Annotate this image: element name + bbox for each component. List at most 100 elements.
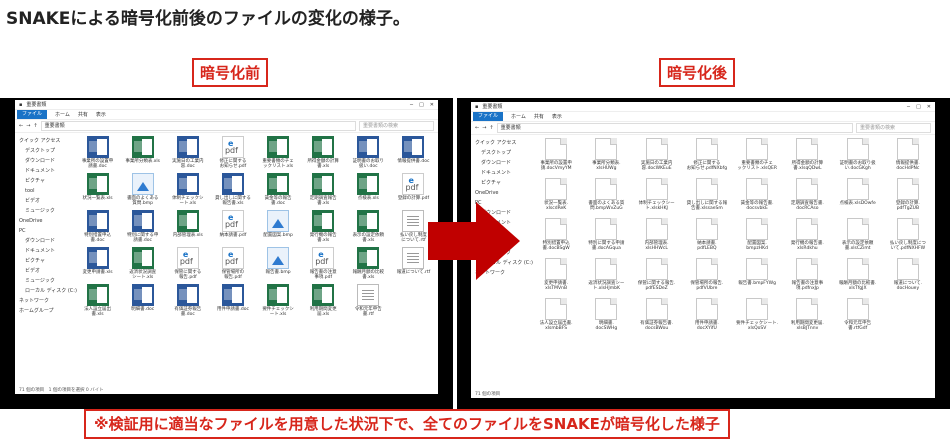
file-item[interactable]: 配置図案. bmpzHKd xyxy=(732,218,782,258)
file-item[interactable]: e pdf 修正に関する お知らせ.pdf xyxy=(210,136,255,173)
file-item[interactable]: 事業所の設置申 請.docVmyYM xyxy=(531,138,581,178)
file-item[interactable]: 賃金等の報告書. docsvbkE xyxy=(732,178,782,218)
minimize-icon[interactable]: ─ xyxy=(907,104,910,110)
up-icon[interactable]: ↑ xyxy=(489,125,493,131)
file-item[interactable]: 特別措置申込 書.docBSgW xyxy=(531,218,581,258)
nav-item[interactable]: ダウンロード xyxy=(471,158,529,168)
search-input[interactable]: 重要書類の検索 xyxy=(359,121,434,131)
file-item[interactable]: 要件チェックシ ート.xls xyxy=(256,284,301,321)
file-item[interactable]: 報告書の注意事 項.pdfnxJp xyxy=(782,258,832,298)
maximize-icon[interactable]: □ xyxy=(419,102,424,108)
file-item[interactable]: 配置図案.bmp xyxy=(256,210,301,247)
file-item[interactable]: e pdf 保管に関する 報告.pdf xyxy=(165,247,210,284)
file-item[interactable]: 報道について. docHouey xyxy=(883,258,933,298)
minimize-icon[interactable]: ─ xyxy=(410,102,413,108)
nav-item[interactable]: ピクチャ xyxy=(471,178,529,188)
file-item[interactable]: 用件申請書.doc xyxy=(210,284,255,321)
file-item[interactable]: 納本請書. pdfLEBQ xyxy=(682,218,732,258)
file-item[interactable]: 書面のよくある 質問.bmp xyxy=(120,173,165,210)
file-item[interactable]: 明細書. docSWHg xyxy=(581,298,631,338)
nav-item[interactable]: ホームグループ xyxy=(15,306,73,316)
file-item[interactable]: 体制チェックシ ート.xls xyxy=(165,173,210,210)
file-item[interactable]: 有価証券報告書. docsBWou xyxy=(632,298,682,338)
nav-item[interactable]: デスクトップ xyxy=(15,146,73,156)
ribbon-tab-file[interactable]: ファイル xyxy=(17,110,48,119)
file-item[interactable]: 発行機の報告書. xlsRdkhu xyxy=(782,218,832,258)
file-item[interactable]: 重要書類のチェ ックリスト.xlsQER xyxy=(732,138,782,178)
file-item[interactable]: 内部管理表.xls xyxy=(165,210,210,247)
file-item[interactable]: 点検表.xlsDOwfe xyxy=(833,178,883,218)
file-item[interactable]: e pdf 納本請書.pdf xyxy=(210,210,255,247)
file-item[interactable]: 体制チェックシー ト.xlskHKJ xyxy=(632,178,682,218)
file-item[interactable]: 返済状況調査 シート.xls xyxy=(120,247,165,284)
file-item[interactable]: 実施日の工業内 容.docWKEuE xyxy=(632,138,682,178)
back-icon[interactable]: ← xyxy=(19,123,23,129)
file-item[interactable]: 定期調査報告書. docRCAso xyxy=(782,178,832,218)
nav-item[interactable]: ローカル ディスク (C:) xyxy=(15,286,77,296)
nav-item[interactable]: ピクチャ xyxy=(15,256,73,266)
file-item[interactable]: 利用期間変更届. xlsBJTnnv xyxy=(782,298,832,338)
file-item[interactable]: 所得金額の計算 書.xls xyxy=(301,136,346,173)
file-item[interactable]: 所得金額の計算 書.xlsqQDwL xyxy=(782,138,832,178)
search-input[interactable]: 重要書類の検索 xyxy=(856,123,931,133)
nav-item[interactable]: ネットワーク xyxy=(15,296,73,306)
file-item[interactable]: 法人設立届出 書.xls xyxy=(75,284,120,321)
file-item[interactable]: e pdf 保管場所の 報告.pdf xyxy=(210,247,255,284)
nav-item[interactable]: クイック アクセス xyxy=(15,136,73,146)
close-icon[interactable]: ✕ xyxy=(430,102,434,108)
file-item[interactable]: 報告書.bmp xyxy=(256,247,301,284)
file-item[interactable]: 発行機の報告 書.xls xyxy=(301,210,346,247)
file-item[interactable]: 表示の設定依頼 書.xls xyxy=(346,210,391,247)
file-item[interactable]: 賃金等の報告 書.doc xyxy=(256,173,301,210)
ribbon-tab-view[interactable]: 表示 xyxy=(96,111,106,118)
file-item[interactable]: 令和元年申告 書.rtfGdf xyxy=(833,298,883,338)
file-item[interactable]: 返済状況調査シー ト.xlsHJmbK xyxy=(581,258,631,298)
ribbon-tab-home[interactable]: ホーム xyxy=(55,111,70,118)
ribbon-tab-file[interactable]: ファイル xyxy=(473,112,504,121)
file-item[interactable]: 事業所の設置申 請書.doc xyxy=(75,136,120,173)
nav-item[interactable]: PC xyxy=(15,226,73,236)
file-item[interactable]: 保管場所の報告. pdfVUbre xyxy=(682,258,732,298)
file-item[interactable]: 情報提供書. docHdPNc xyxy=(883,138,933,178)
file-item[interactable]: 明細書.doc xyxy=(120,284,165,321)
file-item[interactable]: 実施日の工業内 容.doc xyxy=(165,136,210,173)
file-item[interactable]: e pdf 報告書の注意 事項.pdf xyxy=(301,247,346,284)
file-item[interactable]: 表示の設定依頼 書.xlsCZimt xyxy=(833,218,883,258)
file-item[interactable]: 貸し出しに関する 報告書.xls xyxy=(210,173,255,210)
up-icon[interactable]: ↑ xyxy=(33,123,37,129)
ribbon-tab-home[interactable]: ホーム xyxy=(511,113,526,120)
nav-item[interactable]: ビデオ xyxy=(15,266,73,276)
nav-item[interactable]: OneDrive xyxy=(15,216,73,226)
close-icon[interactable]: ✕ xyxy=(927,104,931,110)
file-item[interactable]: 払い戻し制度につ いて.pdfNXHFW xyxy=(883,218,933,258)
file-item[interactable]: 用件申請書. docXYifU xyxy=(682,298,732,338)
file-item[interactable]: 情報提供書.doc xyxy=(391,136,436,173)
file-item[interactable]: 事業所分類表.xls xyxy=(120,136,165,173)
nav-item[interactable]: ドキュメント xyxy=(471,168,529,178)
file-item[interactable]: 登録の計算. pdfTgZUB xyxy=(883,178,933,218)
file-item[interactable]: 変更申請書. xlsTMVnB xyxy=(531,258,581,298)
file-item[interactable]: 変更申請書.xls xyxy=(75,247,120,284)
file-item[interactable]: 有価証券報告 書.doc xyxy=(165,284,210,321)
file-item[interactable]: 特別に関する申請 書.docAGqua xyxy=(581,218,631,258)
file-item[interactable]: 保管に関する報告. pdfESDeZ xyxy=(632,258,682,298)
file-item[interactable]: 事業所分類表. xlsHUWg xyxy=(581,138,631,178)
nav-item[interactable]: デスクトップ xyxy=(471,148,529,158)
file-item[interactable]: 状況一覧表.xls xyxy=(75,173,120,210)
nav-item[interactable]: クイック アクセス xyxy=(471,138,529,148)
nav-item[interactable]: ビデオ xyxy=(15,196,73,206)
file-item[interactable]: 定期調査報告 書.xls xyxy=(301,173,346,210)
nav-item[interactable]: tool xyxy=(15,186,73,196)
address-bar[interactable]: 重要書類 xyxy=(496,123,853,133)
file-item[interactable]: 証明書のお取り扱 い.docGKgh xyxy=(833,138,883,178)
file-item[interactable]: 状況一覧表. xlscdReK xyxy=(531,178,581,218)
ribbon-tab-share[interactable]: 共有 xyxy=(78,111,88,118)
file-item[interactable]: 点検表.xls xyxy=(346,173,391,210)
ribbon-tab-share[interactable]: 共有 xyxy=(534,113,544,120)
file-item[interactable]: 報酬月額の比較 書.xls xyxy=(346,247,391,284)
file-item[interactable]: 特別に関する申 請書.doc xyxy=(120,210,165,247)
file-item[interactable]: 証明書のお取り 扱い.doc xyxy=(346,136,391,173)
maximize-icon[interactable]: □ xyxy=(916,104,921,110)
file-item[interactable]: 要件チェックシート. xlsQoSV xyxy=(732,298,782,338)
file-item[interactable]: 貸し出しに関する報 告書.xlssaeSm xyxy=(682,178,732,218)
